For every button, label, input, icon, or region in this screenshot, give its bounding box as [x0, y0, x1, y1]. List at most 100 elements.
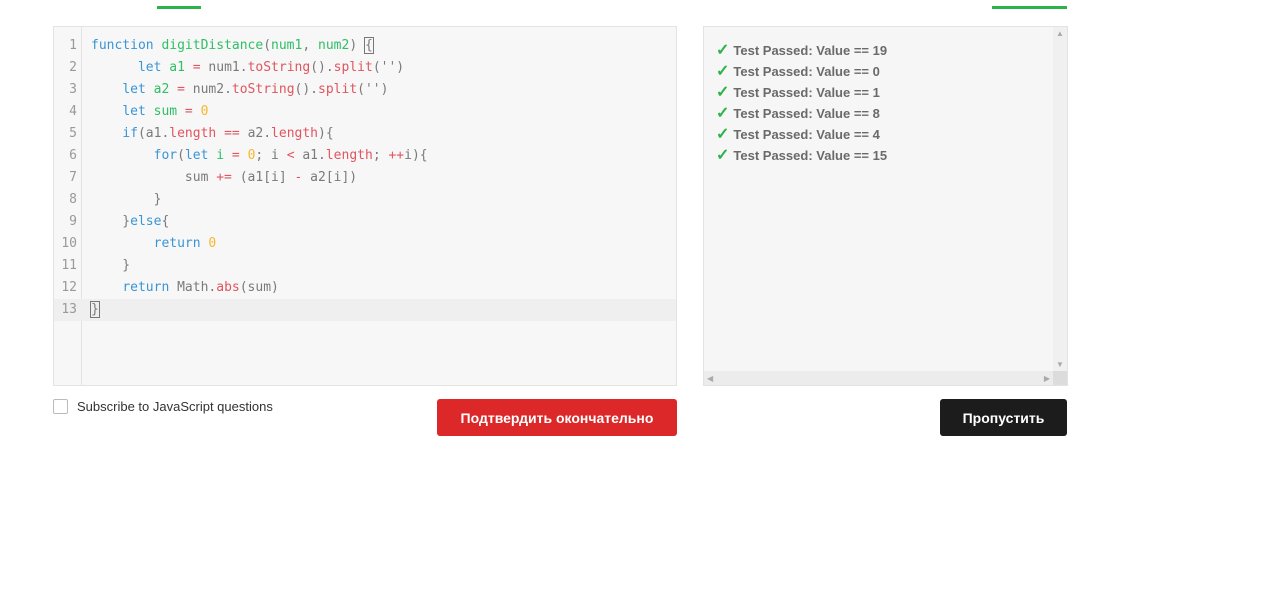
code-line[interactable]: 1 function digitDistance(num1, num2) {: [54, 35, 676, 57]
code-token: ; i: [255, 148, 287, 163]
code-token: length: [169, 126, 217, 141]
code-token: =: [184, 60, 209, 75]
line-number: 9: [69, 214, 77, 229]
code-token: if: [122, 126, 138, 141]
test-result: ✓ Test Passed: Value == 8: [716, 103, 880, 124]
code-text: return Math.abs(sum): [91, 277, 279, 299]
code-token: (a1.: [137, 126, 170, 141]
code-token: num1: [271, 38, 303, 53]
code-line[interactable]: 5 if(a1.length == a2.length){: [54, 123, 676, 145]
horizontal-scrollbar[interactable]: ◀ ▶: [704, 371, 1053, 385]
skip-button[interactable]: Пропустить: [940, 399, 1067, 436]
test-result-text: Test Passed: Value == 19: [733, 43, 888, 58]
code-token: ,: [302, 38, 318, 53]
code-token: =: [177, 104, 201, 119]
test-result: ✓ Test Passed: Value == 4: [716, 124, 880, 145]
check-icon: ✓: [716, 84, 730, 101]
code-token: Math.: [177, 280, 217, 295]
test-result: ✓ Test Passed: Value == 15: [716, 145, 887, 166]
code-token: digitDistance: [161, 38, 264, 53]
check-icon: ✓: [716, 63, 730, 80]
code-token: ().: [310, 60, 334, 75]
scroll-down-icon[interactable]: ▼: [1056, 360, 1064, 369]
line-number: 1: [69, 38, 77, 53]
code-token: let: [184, 148, 217, 163]
code-token: toString: [231, 82, 295, 97]
code-token: sum: [91, 170, 217, 185]
line-number: 12: [61, 280, 77, 295]
code-token: {: [161, 214, 170, 229]
line-number: 8: [69, 192, 77, 207]
code-token: ++: [388, 148, 405, 163]
code-line[interactable]: 7 sum += (a1[i] - a2[i]): [54, 167, 676, 189]
code-text: if(a1.length == a2.length){: [91, 123, 333, 145]
code-text: }: [91, 189, 162, 211]
subscribe-label: Subscribe to JavaScript questions: [77, 399, 273, 414]
code-line[interactable]: 3 let a2 = num2.toString().split(''): [54, 79, 676, 101]
code-token: let: [122, 104, 154, 119]
submit-final-button[interactable]: Подтвердить окончательно: [437, 399, 677, 436]
line-number: 13: [61, 302, 77, 317]
code-line[interactable]: 8 }: [54, 189, 676, 211]
scroll-left-icon[interactable]: ◀: [707, 374, 713, 383]
line-number: 7: [69, 170, 77, 185]
code-line[interactable]: 4 let sum = 0: [54, 101, 676, 123]
code-token: {: [363, 37, 374, 54]
code-line[interactable]: 12 return Math.abs(sum): [54, 277, 676, 299]
tab-indicator-left: [157, 6, 201, 9]
code-token: a2.: [247, 126, 272, 141]
code-token: ): [349, 38, 365, 53]
code-text: function digitDistance(num1, num2) {: [91, 35, 374, 57]
code-token: i: [216, 148, 225, 163]
code-token: (''): [372, 60, 405, 75]
code-token: =: [169, 82, 193, 97]
code-token: =: [224, 148, 248, 163]
checkbox[interactable]: [53, 399, 68, 414]
code-token: (: [263, 38, 272, 53]
code-token: ;: [372, 148, 389, 163]
code-token: return: [153, 236, 209, 251]
test-result-text: Test Passed: Value == 1: [733, 85, 880, 100]
test-result: ✓ Test Passed: Value == 1: [716, 82, 880, 103]
code-token: (sum): [239, 280, 279, 295]
code-token: a1.: [294, 148, 326, 163]
code-token: }: [91, 192, 162, 207]
code-token: num2: [318, 38, 350, 53]
code-token: let: [137, 60, 170, 75]
code-line[interactable]: 11 }: [54, 255, 676, 277]
check-icon: ✓: [716, 42, 730, 59]
test-result-text: Test Passed: Value == 4: [733, 127, 880, 142]
scroll-right-icon[interactable]: ▶: [1044, 374, 1050, 383]
code-token: length: [271, 126, 319, 141]
code-token: ().: [294, 82, 319, 97]
code-line[interactable]: 2 let a1 = num1.toString().split(''): [54, 57, 676, 79]
code-line[interactable]: 6 for(let i = 0; i < a1.length; ++i){: [54, 145, 676, 167]
code-token: return: [122, 280, 178, 295]
code-text: let sum = 0: [91, 101, 208, 123]
code-token: ==: [216, 126, 248, 141]
scroll-up-icon[interactable]: ▲: [1056, 29, 1064, 38]
tab-indicator-right: [992, 6, 1067, 9]
code-token: num1.: [208, 60, 248, 75]
code-editor[interactable]: 1 function digitDistance(num1, num2) {2 l…: [53, 26, 677, 386]
code-text: }else{: [91, 211, 169, 233]
code-text: sum += (a1[i] - a2[i]): [91, 167, 357, 189]
code-token: function: [91, 38, 162, 53]
code-token: (''): [357, 82, 389, 97]
code-line[interactable]: 9 }else{: [54, 211, 676, 233]
code-text: let a1 = num1.toString().split(''): [91, 57, 404, 79]
code-line[interactable]: 10 return 0: [54, 233, 676, 255]
code-token: i){: [404, 148, 428, 163]
code-token: }: [91, 214, 131, 229]
line-number: 5: [69, 126, 77, 141]
code-token: }: [90, 301, 100, 318]
code-line[interactable]: 13}: [54, 299, 676, 321]
subscribe-checkbox[interactable]: Subscribe to JavaScript questions: [53, 399, 273, 414]
vertical-scrollbar[interactable]: ▲ ▼: [1053, 27, 1067, 371]
test-results-panel: ✓ Test Passed: Value == 19 ✓ Test Passed: V…: [703, 26, 1068, 386]
code-text: let a2 = num2.toString().split(''): [91, 79, 388, 101]
